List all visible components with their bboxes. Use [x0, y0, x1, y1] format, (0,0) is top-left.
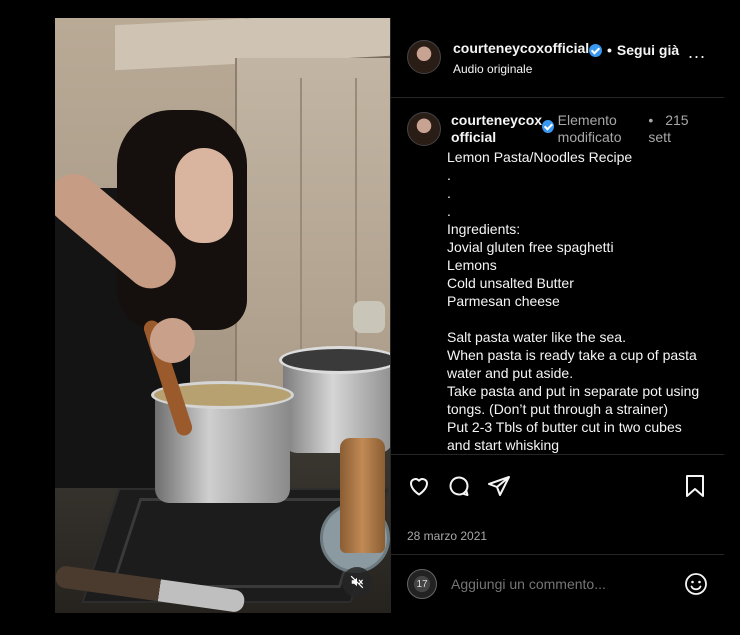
post-date[interactable]: 28 marzo 2021 — [391, 517, 724, 555]
separator-dot: • — [607, 42, 612, 58]
time-separator: • — [648, 112, 654, 128]
emoji-icon[interactable] — [684, 572, 708, 596]
mute-button[interactable] — [342, 567, 372, 597]
photo-jar — [353, 301, 385, 333]
author-info: courteneycoxofficial Audio originale — [453, 40, 593, 76]
more-options-icon[interactable]: ... — [688, 42, 706, 63]
following-button[interactable]: Segui già — [617, 42, 679, 58]
action-bar — [391, 455, 724, 517]
bookmark-icon[interactable] — [684, 474, 706, 498]
post-modal: courteneycoxofficial Audio originale • S… — [55, 18, 724, 613]
post-header: courteneycoxofficial Audio originale • S… — [391, 18, 724, 98]
edited-label: Elemento modificato — [557, 112, 622, 145]
author-username[interactable]: courteneycoxofficial — [453, 40, 593, 56]
caption-verified-icon — [542, 120, 554, 133]
caption-username[interactable]: courteneycox official — [451, 112, 542, 146]
photo-pepper-grinder — [340, 438, 385, 553]
caption-text: Lemon Pasta/Noodles Recipe . . . Ingredi… — [447, 149, 700, 453]
caption-avatar[interactable] — [407, 112, 441, 146]
comment-input[interactable] — [451, 576, 684, 592]
audio-label[interactable]: Audio originale — [453, 62, 593, 76]
caption-time-text[interactable]: 215 sett — [648, 112, 688, 145]
caption-section: courteneycox official Elemento modificat… — [391, 98, 724, 455]
muted-speaker-icon — [350, 575, 364, 589]
photo-pot-back-rim — [279, 346, 390, 374]
post-panel: courteneycoxofficial Audio originale • S… — [390, 18, 724, 613]
caption-time: • 215 sett — [648, 112, 708, 146]
verified-badge-icon — [589, 43, 602, 57]
comment-composer: 17 — [391, 555, 724, 613]
post-video[interactable] — [55, 18, 390, 613]
photo-person-face — [175, 148, 233, 243]
share-icon[interactable] — [487, 474, 511, 498]
caption-header: courteneycox official Elemento modificat… — [407, 112, 708, 146]
heart-icon[interactable] — [407, 474, 431, 498]
comment-icon[interactable] — [447, 474, 471, 498]
author-avatar[interactable] — [407, 40, 441, 74]
viewer-avatar: 17 — [407, 569, 437, 599]
follow-row: • Segui già — [589, 42, 679, 58]
photo-person-hand — [150, 318, 195, 363]
caption-username-text[interactable]: courteneycox official — [451, 112, 542, 145]
